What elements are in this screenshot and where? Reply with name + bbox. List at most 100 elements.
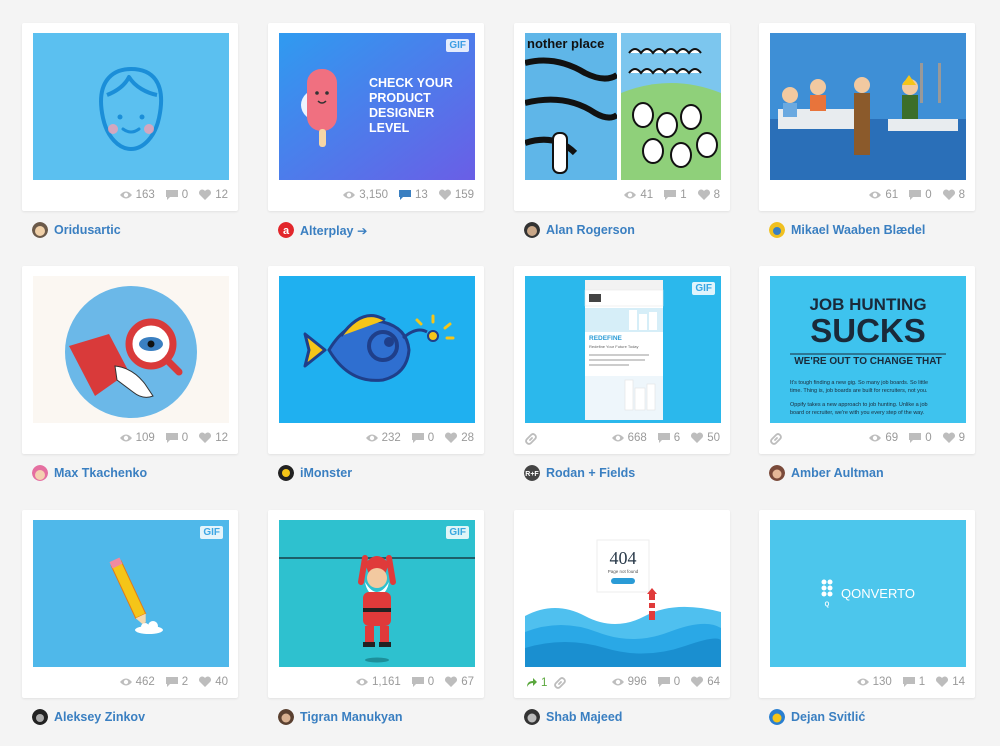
shot-thumbnail[interactable]: JOB HUNTING SUCKS WE'RE OUT TO CHANGE TH… (770, 276, 966, 423)
likes-stat[interactable]: 40 (198, 676, 228, 688)
shot-thumbnail[interactable] (770, 33, 966, 180)
likes-stat[interactable]: 9 (942, 432, 965, 444)
views-stat[interactable]: 163 (119, 189, 155, 201)
likes-stat[interactable]: 159 (438, 189, 474, 201)
likes-stat[interactable]: 50 (690, 432, 720, 444)
author-name[interactable]: Max Tkachenko (54, 466, 147, 480)
shot-author[interactable]: Max Tkachenko (32, 464, 147, 482)
shot-thumbnail[interactable] (279, 276, 475, 423)
rebounds-stat[interactable]: 1 (524, 676, 567, 690)
shot-thumbnail[interactable]: REDEFINE Redefine Your Future Today GIF (525, 276, 721, 423)
shot-author[interactable]: Aleksey Zinkov (32, 708, 145, 726)
shot-card[interactable]: 109 0 12 (22, 266, 238, 454)
shot-thumbnail[interactable] (33, 276, 229, 423)
shot-author[interactable]: Mikael Waaben Blædel (769, 221, 925, 239)
views-stat[interactable]: 41 (623, 189, 653, 201)
shot-card[interactable]: REDEFINE Redefine Your Future Today GIF … (514, 266, 730, 454)
author-name[interactable]: Alan Rogerson (546, 223, 635, 237)
shot-author[interactable]: Shab Majeed (524, 708, 622, 726)
shot-author[interactable]: Tigran Manukyan (278, 708, 403, 726)
likes-stat[interactable]: 12 (198, 432, 228, 444)
shot-author[interactable]: Oridusartic (32, 221, 121, 239)
likes-stat[interactable]: 8 (697, 189, 720, 201)
avatar[interactable] (32, 222, 48, 238)
likes-stat[interactable]: 14 (935, 676, 965, 688)
shot-card[interactable]: CHECK YOUR PRODUCT DESIGNER LEVEL GIF 3,… (268, 23, 484, 211)
avatar[interactable] (278, 709, 294, 725)
comments-stat[interactable]: 0 (165, 432, 188, 444)
author-name[interactable]: Amber Aultman (791, 466, 884, 480)
attachment-link-icon[interactable] (524, 432, 538, 446)
shot-card[interactable]: 61 0 8 (759, 23, 975, 211)
shot-card[interactable]: JOB HUNTING SUCKS WE'RE OUT TO CHANGE TH… (759, 266, 975, 454)
shot-thumbnail[interactable] (33, 33, 229, 180)
avatar[interactable]: a (278, 222, 294, 238)
author-name[interactable]: Aleksey Zinkov (54, 710, 145, 724)
shot-thumbnail[interactable]: GIF (279, 520, 475, 667)
shot-author[interactable]: Amber Aultman (769, 464, 884, 482)
author-name[interactable]: Alterplay ➔ (300, 223, 367, 238)
comments-stat[interactable]: 2 (165, 676, 188, 688)
comments-stat[interactable]: 1 (663, 189, 687, 201)
avatar[interactable]: R+F (524, 465, 540, 481)
views-stat[interactable]: 462 (119, 676, 155, 688)
comments-stat[interactable]: 6 (657, 432, 680, 444)
author-name[interactable]: Dejan Svitlić (791, 710, 865, 724)
comments-stat[interactable]: 0 (908, 189, 932, 201)
author-name[interactable]: Shab Majeed (546, 710, 622, 724)
shot-author[interactable]: Alan Rogerson (524, 221, 635, 239)
shot-thumbnail[interactable]: GIF (33, 520, 229, 667)
views-stat[interactable]: 3,150 (342, 189, 388, 201)
avatar[interactable] (769, 222, 785, 238)
shot-author[interactable]: R+F Rodan + Fields (524, 464, 635, 482)
likes-stat[interactable]: 64 (690, 676, 720, 688)
author-name[interactable]: Oridusartic (54, 223, 121, 237)
comments-stat[interactable]: 0 (657, 676, 680, 688)
likes-stat[interactable]: 8 (942, 189, 965, 201)
shot-card[interactable]: GIF 462 2 40 (22, 510, 238, 698)
likes-stat[interactable]: 67 (444, 676, 474, 688)
likes-stat[interactable]: 12 (198, 189, 228, 201)
likes-stat[interactable]: 28 (444, 432, 474, 444)
shot-thumbnail[interactable]: CHECK YOUR PRODUCT DESIGNER LEVEL GIF (279, 33, 475, 180)
shot-author[interactable]: Dejan Svitlić (769, 708, 865, 726)
shot-thumbnail[interactable]: Q QONVERTO (770, 520, 966, 667)
shot-thumbnail[interactable]: 404 Page not found (525, 520, 721, 667)
shot-card[interactable]: 232 0 28 (268, 266, 484, 454)
shot-author[interactable]: iMonster (278, 464, 352, 482)
shot-card[interactable]: Q QONVERTO 130 1 14 (759, 510, 975, 698)
views-stat[interactable]: 69 (868, 432, 898, 444)
comments-stat[interactable]: 13 (398, 189, 428, 201)
avatar[interactable] (769, 465, 785, 481)
shot-card[interactable]: nother place 41 1 8 (514, 23, 730, 211)
views-stat[interactable]: 232 (365, 432, 401, 444)
shot-card[interactable]: 404 Page not found 1 996 0 64 (514, 510, 730, 698)
avatar[interactable] (769, 709, 785, 725)
views-stat[interactable]: 130 (856, 676, 892, 688)
views-stat[interactable]: 668 (611, 432, 647, 444)
views-stat[interactable]: 109 (119, 432, 155, 444)
avatar[interactable] (278, 465, 294, 481)
comments-stat[interactable]: 0 (411, 432, 434, 444)
shot-card[interactable]: 163 0 12 (22, 23, 238, 211)
views-stat[interactable]: 996 (611, 676, 647, 688)
author-name[interactable]: Tigran Manukyan (300, 710, 403, 724)
shot-thumbnail[interactable]: nother place (525, 33, 721, 180)
shot-card[interactable]: GIF 1,161 0 67 (268, 510, 484, 698)
attachment-link-icon[interactable] (769, 432, 783, 446)
author-name[interactable]: Rodan + Fields (546, 466, 635, 480)
avatar[interactable] (32, 709, 48, 725)
comments-stat[interactable]: 0 (165, 189, 188, 201)
avatar[interactable] (524, 709, 540, 725)
shot-author[interactable]: a Alterplay ➔ (278, 221, 367, 239)
comments-stat[interactable]: 0 (411, 676, 434, 688)
comments-stat[interactable]: 0 (908, 432, 932, 444)
attachment-link-icon[interactable] (553, 676, 567, 690)
avatar[interactable] (524, 222, 540, 238)
comments-stat[interactable]: 1 (902, 676, 925, 688)
views-stat[interactable]: 1,161 (355, 676, 401, 688)
author-name[interactable]: Mikael Waaben Blædel (791, 223, 925, 237)
views-stat[interactable]: 61 (868, 189, 898, 201)
avatar[interactable] (32, 465, 48, 481)
author-name[interactable]: iMonster (300, 466, 352, 480)
